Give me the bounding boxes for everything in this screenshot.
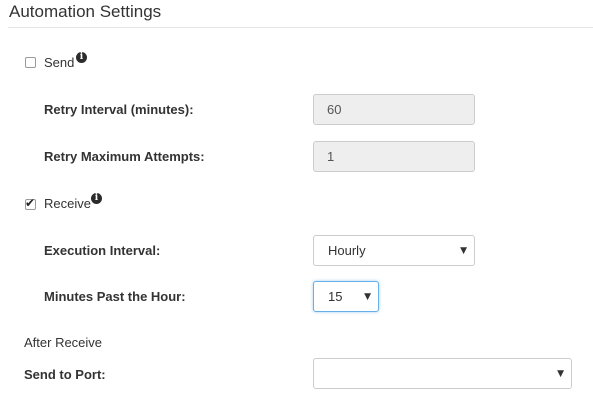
retry-interval-input[interactable]: 60 xyxy=(313,94,475,125)
execution-interval-value: Hourly xyxy=(328,243,366,258)
receive-label: Receive xyxy=(44,196,91,211)
send-checkbox[interactable] xyxy=(25,57,36,68)
receive-checkbox[interactable] xyxy=(25,196,36,210)
chevron-down-icon: ▼ xyxy=(557,369,564,379)
retry-interval-label: Retry Interval (minutes): xyxy=(44,102,194,117)
retry-max-attempts-input[interactable]: 1 xyxy=(313,141,475,172)
minutes-past-hour-label: Minutes Past the Hour: xyxy=(44,289,186,304)
send-to-port-select[interactable]: ▼ xyxy=(313,358,572,389)
send-label: Send xyxy=(44,55,75,70)
receive-info-icon[interactable]: i xyxy=(91,193,102,204)
chevron-down-icon: ▼ xyxy=(460,246,467,256)
minutes-past-hour-value: 15 xyxy=(328,289,343,304)
chevron-down-icon: ▼ xyxy=(364,292,371,302)
retry-max-attempts-label: Retry Maximum Attempts: xyxy=(44,149,205,164)
page-title: Automation Settings xyxy=(9,2,162,21)
send-info-icon[interactable]: i xyxy=(76,52,87,63)
minutes-past-hour-select[interactable]: 15 ▼ xyxy=(313,281,379,312)
execution-interval-label: Execution Interval: xyxy=(44,243,161,258)
after-receive-heading: After Receive xyxy=(24,335,103,350)
title-divider xyxy=(8,27,593,28)
execution-interval-select[interactable]: Hourly ▼ xyxy=(313,235,475,266)
send-to-port-label: Send to Port: xyxy=(24,367,106,382)
